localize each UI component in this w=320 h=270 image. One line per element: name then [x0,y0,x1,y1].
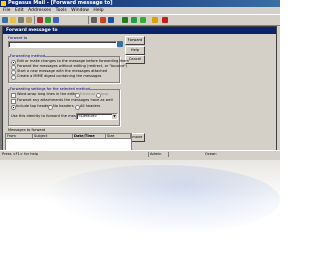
column-header-subject[interactable]: Subject [33,134,73,139]
pegasus-mail-window: Pegasus Mail - [Forward message to] File… [0,0,280,160]
trash-icon[interactable] [91,17,97,23]
method-digest-radio[interactable] [11,75,16,80]
address-book-icon[interactable] [18,17,24,23]
menu-addresses[interactable]: Addresses [28,7,51,14]
filter-icon[interactable] [37,17,43,23]
money-icon[interactable] [152,17,158,23]
open-folder-icon[interactable] [10,17,16,23]
menu-help[interactable]: Help [93,7,103,14]
exit-icon[interactable] [162,17,168,23]
toolbar-separator [88,16,89,24]
dialog-title-bar: Forward message to [3,27,276,34]
method-edit-label: Edit or make changes to the message befo… [17,59,129,63]
menu-tools[interactable]: Tools [56,7,67,14]
decorative-swoosh [40,165,280,235]
identity-select[interactable]: <Default> ▼ [76,113,118,120]
menu-edit[interactable]: Edit [15,7,24,14]
column-header-from[interactable]: From [6,134,33,139]
insp-label: Insp [101,92,109,96]
spell-icon[interactable] [45,17,51,23]
dialog-title: Forward message to [6,28,58,33]
find-icon[interactable] [100,17,106,23]
external-label: External [80,92,95,96]
chevron-down-icon[interactable]: ▼ [112,114,117,119]
forward-to-input[interactable] [8,41,117,48]
browser-icon[interactable] [131,17,137,23]
app-icon [1,1,6,6]
forward-button[interactable]: Forward [125,36,145,45]
help-button[interactable]: Help [125,46,145,55]
method-digest-label: Create a MIME digest containing the mess… [17,74,102,78]
toolbar-separator [34,16,35,24]
menu-file[interactable]: File [3,7,11,14]
wrap-lines-checkbox[interactable] [11,93,16,98]
address-book-icon[interactable] [117,41,123,47]
network-icon[interactable] [122,17,128,23]
forwarding-settings-label: Forwarding settings for the selected met… [10,87,90,91]
attachments-label: Forward any attachments the messages hav… [17,98,113,102]
forward-to-label: Forward to [8,36,28,40]
all-headers-label: All headers [80,104,101,108]
identity-label: Use this identity to forward the message… [11,114,86,118]
forwarding-method-label: Forwarding method [10,54,46,58]
method-attach-label: Start a new message with the messages at… [17,69,108,73]
print-icon[interactable] [53,17,59,23]
window-title: Pegasus Mail - [Forward message to] [8,0,113,6]
column-header-size[interactable]: Size [106,134,131,139]
menu-window[interactable]: Window [71,7,89,14]
title-bar: Pegasus Mail - [Forward message to] [0,0,280,7]
menu-bar: File Edit Addresses Tools Window Help [0,7,280,14]
info-icon[interactable] [108,17,114,23]
method-redirect-label: Forward the messages without editing (re… [17,64,128,68]
no-headers-label: No headers [53,104,74,108]
wrap-lines-label: Word-wrap long lines in the editor [17,92,79,96]
notebook-icon[interactable] [26,17,32,23]
new-mail-icon[interactable] [2,17,8,23]
messages-label: Messages to forward [8,128,46,132]
check-icon[interactable] [140,17,146,23]
include-top-headers-label: Include top headers [16,104,52,108]
column-header-date[interactable]: Date/Time [73,134,106,139]
